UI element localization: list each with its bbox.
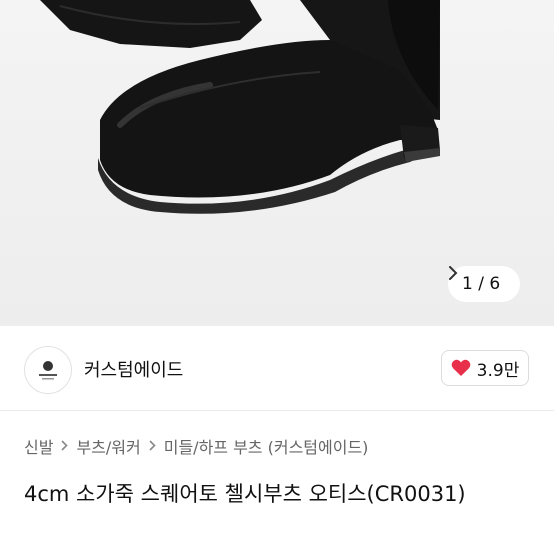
chevron-right-icon	[149, 437, 156, 455]
store-logo-icon	[39, 361, 57, 380]
seller-row: 커스텀에이드 3.9만	[0, 326, 554, 411]
breadcrumb-item-category[interactable]: 신발	[24, 434, 53, 458]
pager-current: 1	[462, 274, 473, 294]
chevron-right-icon	[61, 437, 69, 455]
product-image-gallery[interactable]: 1 / 6	[0, 0, 554, 326]
like-count: 3.9만	[476, 360, 520, 381]
pager-text: 1 / 6	[462, 274, 500, 294]
pager-total: 6	[489, 274, 501, 294]
breadcrumb-item-detail[interactable]: 미들/하프 부츠 (커스텀에이드)	[164, 434, 369, 458]
seller-name[interactable]: 커스텀에이드	[84, 356, 183, 382]
heart-icon	[451, 359, 470, 376]
like-button[interactable]: 3.9만	[441, 350, 529, 386]
breadcrumb: 신발 부츠/워커 미들/하프 부츠 (커스텀에이드)	[24, 434, 368, 458]
seller-avatar[interactable]	[24, 346, 72, 394]
product-title: 4cm 소가죽 스퀘어토 첼시부츠 오티스(CR0031)	[24, 482, 466, 506]
breadcrumb-item-subcategory[interactable]: 부츠/워커	[76, 434, 140, 458]
image-pager[interactable]: 1 / 6	[448, 266, 521, 302]
pager-separator: /	[478, 274, 484, 294]
